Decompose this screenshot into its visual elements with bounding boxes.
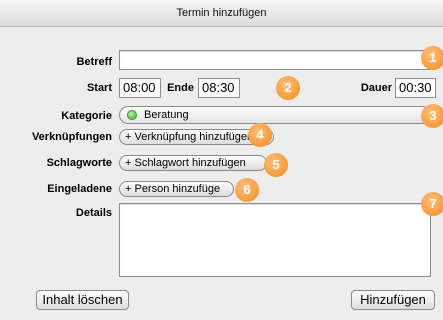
subject-label: Betreff	[76, 56, 112, 68]
end-label-text: Ende	[167, 82, 194, 94]
badge-2: 2	[276, 76, 300, 100]
details-textarea[interactable]	[119, 203, 431, 277]
details-label: Details	[75, 207, 112, 219]
clear-content-button[interactable]: Inhalt löschen	[36, 290, 129, 310]
badge-1: 1	[421, 46, 443, 70]
tags-label: Schlagworte	[46, 157, 112, 169]
end-label: Ende	[166, 82, 194, 94]
add-link-button-label: + Verknüpfung hinzufügen	[125, 131, 254, 143]
badge-7: 7	[421, 192, 443, 216]
links-label: Verknüpfungen	[31, 131, 112, 143]
duration-field[interactable]: 00:30	[395, 78, 436, 98]
category-color-dot	[127, 110, 137, 120]
duration-label: Dauer	[360, 82, 392, 94]
category-popup[interactable]: Beratung	[119, 106, 431, 124]
add-person-button-label: + Person hinzufüge	[125, 183, 221, 195]
window-title: Termin hinzufügen	[176, 7, 267, 19]
end-time-field[interactable]: 08:30	[198, 78, 240, 98]
add-tag-button-label: + Schlagwort hinzufügen	[125, 157, 246, 169]
add-tag-button[interactable]: + Schlagwort hinzufügen	[119, 155, 267, 171]
badge-5: 5	[264, 153, 288, 177]
category-label: Kategorie	[61, 110, 112, 122]
title-bar: Termin hinzufügen	[0, 0, 443, 27]
badge-6: 6	[235, 178, 259, 202]
add-person-button[interactable]: + Person hinzufüge	[119, 181, 234, 197]
badge-3: 3	[421, 104, 443, 128]
start-time-field[interactable]: 08:00	[119, 78, 161, 98]
badge-4: 4	[248, 123, 272, 147]
category-value: Beratung	[144, 109, 189, 121]
add-button[interactable]: Hinzufügen	[351, 290, 435, 310]
start-label: Start	[86, 82, 112, 94]
subject-input[interactable]	[119, 50, 431, 70]
invitees-label: Eingeladene	[47, 183, 112, 195]
